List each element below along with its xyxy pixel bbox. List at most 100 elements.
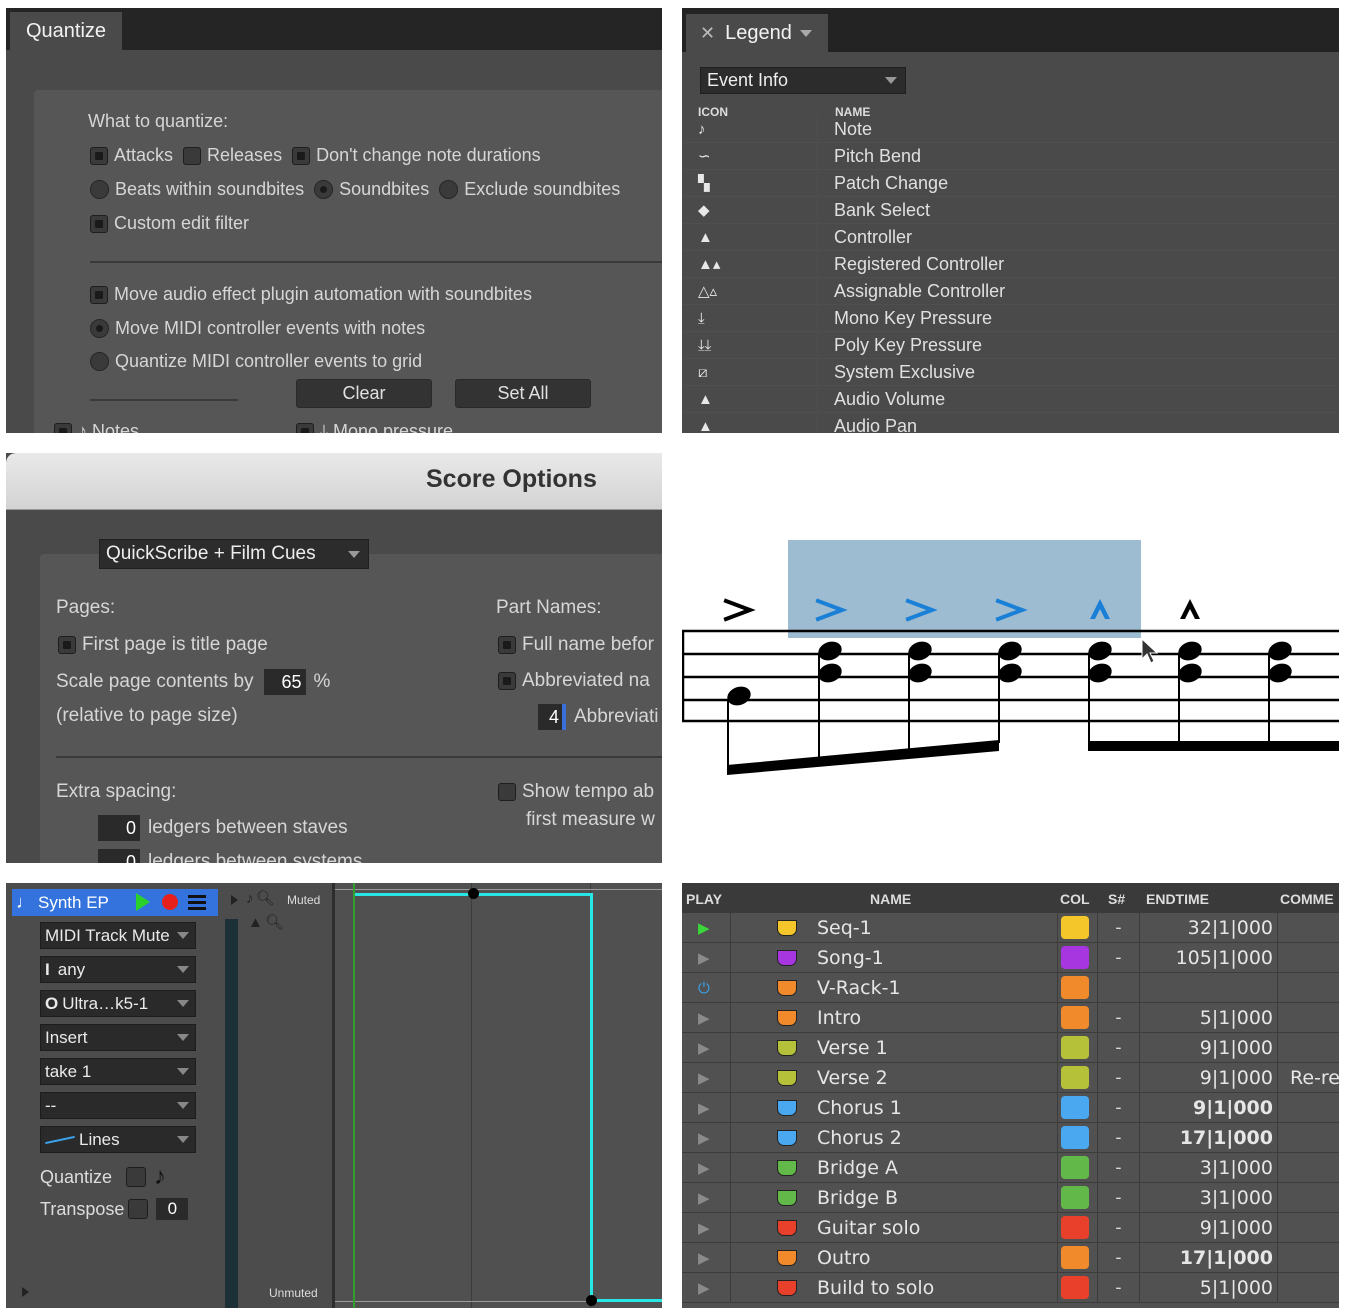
comment-cell[interactable] — [1278, 1123, 1339, 1153]
power-icon[interactable]: ⏻ — [682, 972, 731, 1003]
table-row[interactable]: ▶ Verse 2 -9|1|000 Re-re — [682, 1062, 1339, 1093]
scale-input[interactable]: 65 — [263, 669, 306, 695]
name-cell[interactable]: Seq-1 — [731, 912, 1058, 943]
name-cell[interactable]: Bridge A — [731, 1152, 1058, 1183]
col-snum[interactable]: S# — [1108, 891, 1125, 907]
full-name-checkbox[interactable] — [498, 636, 516, 654]
record-icon[interactable] — [162, 894, 178, 910]
name-cell[interactable]: Outro — [731, 1242, 1058, 1273]
name-cell[interactable]: Build to solo — [731, 1272, 1058, 1303]
show-tempo-checkbox[interactable] — [498, 783, 516, 801]
close-icon[interactable]: ✕ — [700, 23, 715, 44]
table-row[interactable]: ▶ Guitar solo -9|1|000 — [682, 1212, 1339, 1243]
table-row[interactable]: ▶ Outro -17|1|000 — [682, 1242, 1339, 1273]
play-icon[interactable]: ▶ — [682, 1092, 731, 1123]
search-icon[interactable]: 🔍︎ — [265, 914, 284, 931]
track-name[interactable]: Synth EP — [38, 893, 109, 913]
color-cell[interactable] — [1058, 1152, 1098, 1183]
play-icon[interactable]: ▶ — [682, 1062, 731, 1093]
clear-button[interactable]: Clear — [296, 379, 432, 408]
play-icon[interactable]: ▶ — [682, 1272, 731, 1303]
exclude-soundbites-radio[interactable] — [439, 180, 459, 199]
comment-cell[interactable] — [1278, 943, 1339, 973]
name-cell[interactable]: Chorus 1 — [731, 1092, 1058, 1123]
table-row[interactable]: ▶ Intro -5|1|000 — [682, 1002, 1339, 1033]
releases-checkbox[interactable] — [183, 146, 202, 165]
color-swatch[interactable] — [1061, 1006, 1089, 1029]
comment-cell[interactable] — [1278, 973, 1339, 1003]
name-cell[interactable]: Chorus 2 — [731, 1122, 1058, 1153]
color-swatch[interactable] — [1061, 1066, 1089, 1089]
name-cell[interactable]: V-Rack-1 — [731, 972, 1058, 1003]
comment-cell[interactable] — [1278, 1273, 1339, 1303]
table-row[interactable]: ▶ Chorus 2 -17|1|000 — [682, 1122, 1339, 1153]
color-swatch[interactable] — [1061, 976, 1089, 999]
comment-cell[interactable] — [1278, 1093, 1339, 1123]
color-cell[interactable] — [1058, 912, 1098, 943]
set-all-button[interactable]: Set All — [455, 379, 591, 408]
name-cell[interactable]: Guitar solo — [731, 1212, 1058, 1243]
table-row[interactable]: ▶ Build to solo -5|1|000 — [682, 1272, 1339, 1303]
track-scroll-strip[interactable] — [225, 919, 238, 1308]
color-cell[interactable] — [1058, 1122, 1098, 1153]
automation-node[interactable] — [468, 888, 479, 899]
color-cell[interactable] — [1058, 1032, 1098, 1063]
play-icon[interactable]: ▶ — [682, 912, 731, 943]
comment-cell[interactable] — [1278, 1003, 1339, 1033]
automation-node[interactable] — [586, 1295, 597, 1306]
table-row[interactable]: ▶ Bridge A -3|1|000 — [682, 1152, 1339, 1183]
color-cell[interactable] — [1058, 1062, 1098, 1093]
transpose-input[interactable]: 0 — [156, 1198, 189, 1220]
color-cell[interactable] — [1058, 1212, 1098, 1243]
preset-dropdown[interactable]: QuickScribe + Film Cues — [99, 539, 369, 569]
color-swatch[interactable] — [1061, 1216, 1089, 1239]
table-row[interactable]: ▶ Bridge B -3|1|000 — [682, 1182, 1339, 1213]
color-cell[interactable] — [1058, 1002, 1098, 1033]
attacks-checkbox[interactable] — [90, 146, 108, 165]
notes-checkbox[interactable] — [54, 422, 72, 433]
abbrev-input[interactable]: 4 — [538, 704, 566, 730]
play-icon[interactable]: ▶ — [682, 1032, 731, 1063]
play-icon[interactable]: ▶ — [682, 1182, 731, 1213]
dont-change-durations-checkbox[interactable] — [292, 146, 311, 165]
table-row[interactable]: ▶ Chorus 1 -9|1|000 — [682, 1092, 1339, 1123]
mono-pressure-checkbox[interactable] — [296, 422, 314, 433]
lines-dropdown[interactable]: Lines — [40, 1126, 196, 1153]
first-page-checkbox[interactable] — [58, 636, 76, 654]
comment-cell[interactable] — [1278, 1183, 1339, 1213]
color-swatch[interactable] — [1061, 1096, 1089, 1119]
col-endtime[interactable]: ENDTIME — [1146, 891, 1209, 907]
color-cell[interactable] — [1058, 942, 1098, 973]
comment-cell[interactable] — [1278, 1033, 1339, 1063]
color-swatch[interactable] — [1061, 1186, 1089, 1209]
name-cell[interactable]: Verse 2 — [731, 1062, 1058, 1093]
expand-icon[interactable] — [22, 1287, 29, 1297]
name-cell[interactable]: Song-1 — [731, 942, 1058, 973]
name-cell[interactable]: Bridge B — [731, 1182, 1058, 1213]
color-swatch[interactable] — [1061, 1156, 1089, 1179]
transpose-checkbox[interactable] — [128, 1199, 149, 1219]
comment-cell[interactable] — [1278, 1243, 1339, 1273]
color-swatch[interactable] — [1061, 1246, 1089, 1269]
ledgers-systems-input[interactable]: 0 — [98, 849, 140, 863]
output-dropdown[interactable]: O Ultra…k5-1 — [40, 990, 196, 1017]
comment-cell[interactable] — [1278, 1153, 1339, 1183]
color-swatch[interactable] — [1061, 916, 1089, 939]
color-cell[interactable] — [1058, 1182, 1098, 1213]
quantize-tab[interactable]: Quantize — [10, 12, 122, 50]
track-header[interactable]: ♩ Synth EP — [12, 889, 218, 916]
table-row[interactable]: ▶ Song-1 -105|1|000 — [682, 942, 1339, 973]
track-collapse-icon[interactable] — [231, 895, 238, 905]
beats-within-radio[interactable] — [90, 180, 109, 199]
play-icon[interactable]: ▶ — [682, 1002, 731, 1033]
event-info-dropdown[interactable]: Event Info — [700, 67, 906, 94]
quantize-midi-radio[interactable] — [90, 352, 109, 371]
legend-tab[interactable]: ✕ Legend — [686, 14, 828, 52]
col-play[interactable]: PLAY — [686, 891, 722, 907]
play-icon[interactable]: ▶ — [682, 1212, 731, 1243]
play-icon[interactable] — [136, 893, 150, 911]
move-midi-radio[interactable] — [90, 319, 109, 338]
input-dropdown[interactable]: Iany — [40, 956, 196, 983]
take-dropdown[interactable]: take 1 — [40, 1058, 196, 1085]
table-row[interactable]: ⏻ V-Rack-1 — [682, 972, 1339, 1003]
